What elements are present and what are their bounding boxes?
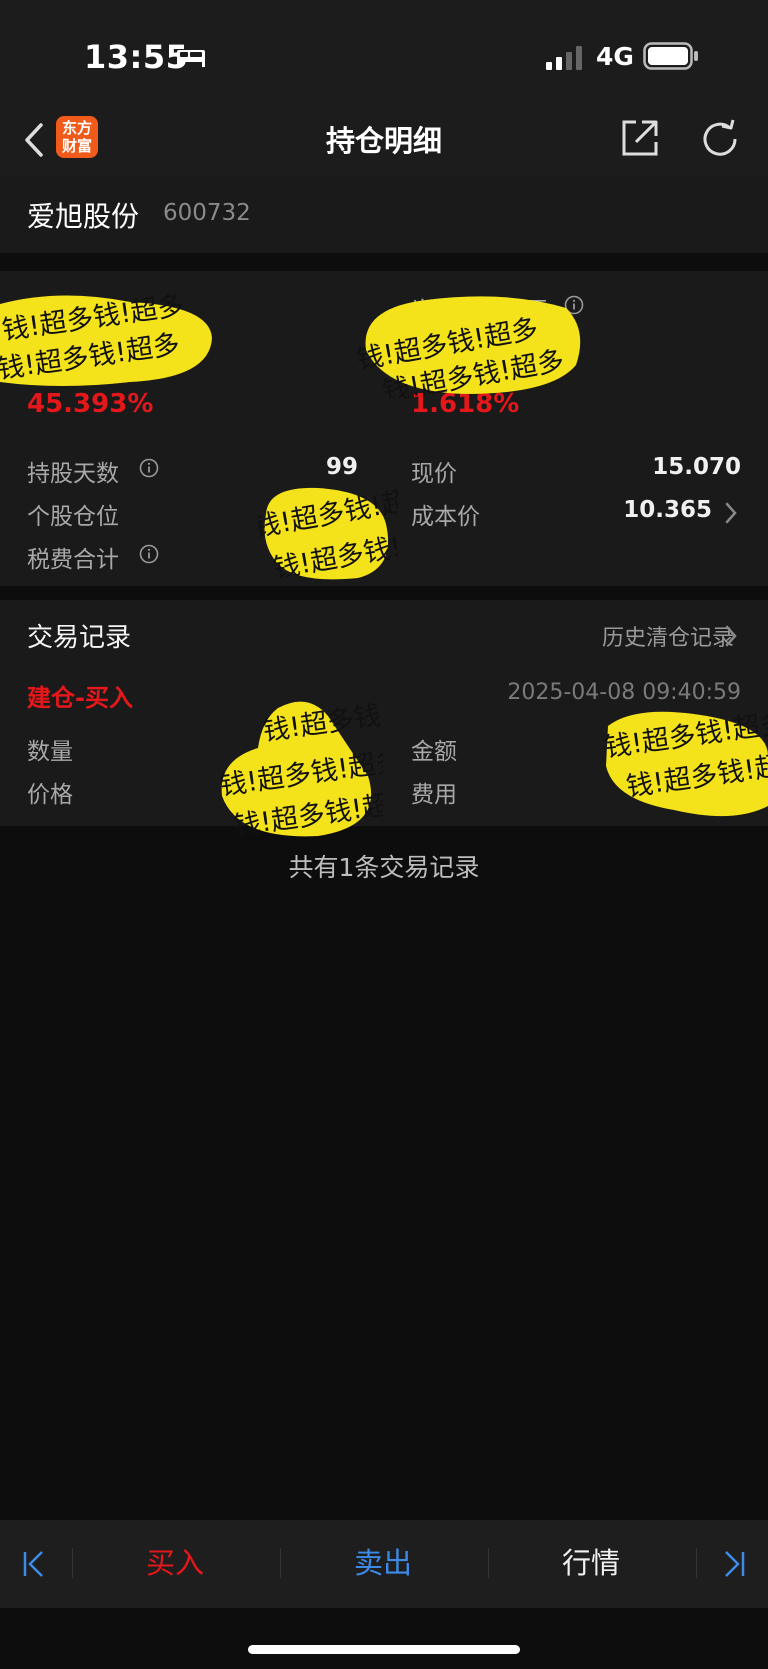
quote-button[interactable]: 行情 — [506, 1540, 676, 1582]
current-price-label: 现价 — [411, 461, 457, 487]
network-type: 4G — [596, 42, 634, 71]
price-label: 价格 — [27, 782, 73, 808]
current-price-value: 15.070 — [652, 454, 741, 480]
chevron-right-icon[interactable] — [724, 501, 738, 525]
cellular-signal-icon — [546, 46, 582, 70]
trade-timestamp: 2025-04-08 09:40:59 — [507, 680, 741, 705]
position-summary-card: 45.393% 当日参考盈亏 1.618% 持股天数 99 现价 15.070 … — [0, 271, 768, 586]
home-indicator — [248, 1645, 520, 1654]
info-icon[interactable] — [139, 458, 159, 478]
toolbar-divider — [280, 1548, 281, 1578]
daily-profit-percent: 1.618% — [411, 389, 520, 419]
buy-button[interactable]: 买入 — [90, 1540, 260, 1582]
trade-type: 建仓-买入 — [27, 684, 133, 712]
skip-last-icon[interactable] — [722, 1550, 746, 1578]
info-icon[interactable] — [564, 295, 584, 315]
cost-price-label: 成本价 — [411, 504, 480, 530]
toolbar-divider — [488, 1548, 489, 1578]
cost-price-value[interactable]: 10.365 — [623, 497, 712, 523]
total-profit-percent: 45.393% — [27, 389, 154, 419]
sell-button[interactable]: 卖出 — [298, 1540, 468, 1582]
battery-icon — [643, 42, 698, 70]
info-icon[interactable] — [139, 544, 159, 564]
stock-code: 600732 — [163, 200, 251, 226]
hold-days-label: 持股天数 — [27, 461, 119, 487]
stock-header: 爱旭股份 600732 — [0, 175, 768, 253]
daily-profit-label: 当日参考盈亏 — [411, 298, 549, 324]
tax-fee-label: 税费合计 — [27, 547, 119, 573]
hold-days-value: 99 — [326, 454, 359, 480]
status-time: 13:55 — [84, 38, 189, 76]
fee-label: 费用 — [411, 782, 457, 808]
trade-records-card: 交易记录 历史清仓记录 建仓-买入 2025-04-08 09:40:59 数量… — [0, 600, 768, 826]
quantity-label: 数量 — [27, 739, 73, 765]
refresh-icon[interactable] — [700, 118, 742, 160]
bottom-toolbar: 买入 卖出 行情 — [0, 1520, 768, 1608]
amount-label: 金额 — [411, 739, 457, 765]
position-ratio-label: 个股仓位 — [27, 504, 119, 530]
sleep-focus-icon — [177, 50, 205, 67]
status-bar: 13:55 4G — [0, 0, 768, 105]
nav-bar: 东方 财富 持仓明细 — [0, 105, 768, 175]
share-icon[interactable] — [620, 118, 660, 158]
toolbar-divider — [696, 1548, 697, 1578]
record-count: 共有1条交易记录 — [288, 853, 480, 882]
stock-name: 爱旭股份 — [27, 200, 140, 233]
skip-first-icon[interactable] — [22, 1550, 46, 1578]
toolbar-divider — [72, 1548, 73, 1578]
history-clearance-link[interactable]: 历史清仓记录 — [602, 620, 734, 652]
trade-records-title: 交易记录 — [27, 623, 132, 653]
chevron-right-icon[interactable] — [724, 624, 738, 648]
